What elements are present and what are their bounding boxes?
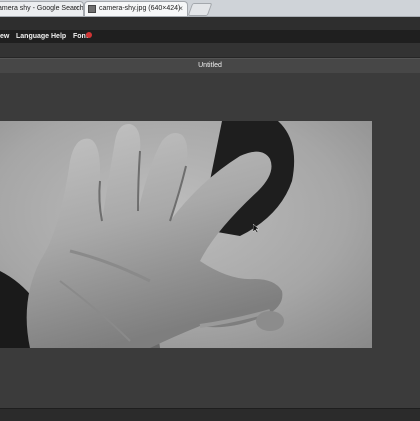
tab-title: amera shy - Google Search	[0, 5, 84, 12]
browser-toolbar	[0, 17, 420, 30]
status-bar	[0, 408, 420, 421]
tab-title: camera-shy.jpg (640×424)	[99, 5, 181, 12]
canvas-photo[interactable]	[0, 121, 372, 348]
menu-language[interactable]: Language	[16, 30, 49, 43]
toolbar	[0, 43, 420, 58]
menu-view[interactable]: ew	[0, 30, 9, 43]
close-icon[interactable]: ×	[178, 2, 183, 16]
menu-bar: ew Language Help Font	[0, 30, 420, 43]
browser-tab-camera-shy[interactable]: camera-shy.jpg (640×424) ×	[84, 1, 188, 16]
new-tab-button[interactable]	[187, 3, 213, 16]
document-title: Untitled	[198, 62, 222, 69]
notification-badge	[86, 32, 92, 38]
close-icon[interactable]: ×	[74, 2, 79, 16]
image-file-icon	[88, 5, 96, 13]
browser-tab-google-search[interactable]: amera shy - Google Search ×	[0, 1, 84, 16]
menu-help[interactable]: Help	[51, 30, 66, 43]
browser-tab-strip: amera shy - Google Search × camera-shy.j…	[0, 0, 420, 17]
mouse-pointer-icon	[253, 224, 260, 234]
document-title-bar: Untitled	[0, 58, 420, 74]
